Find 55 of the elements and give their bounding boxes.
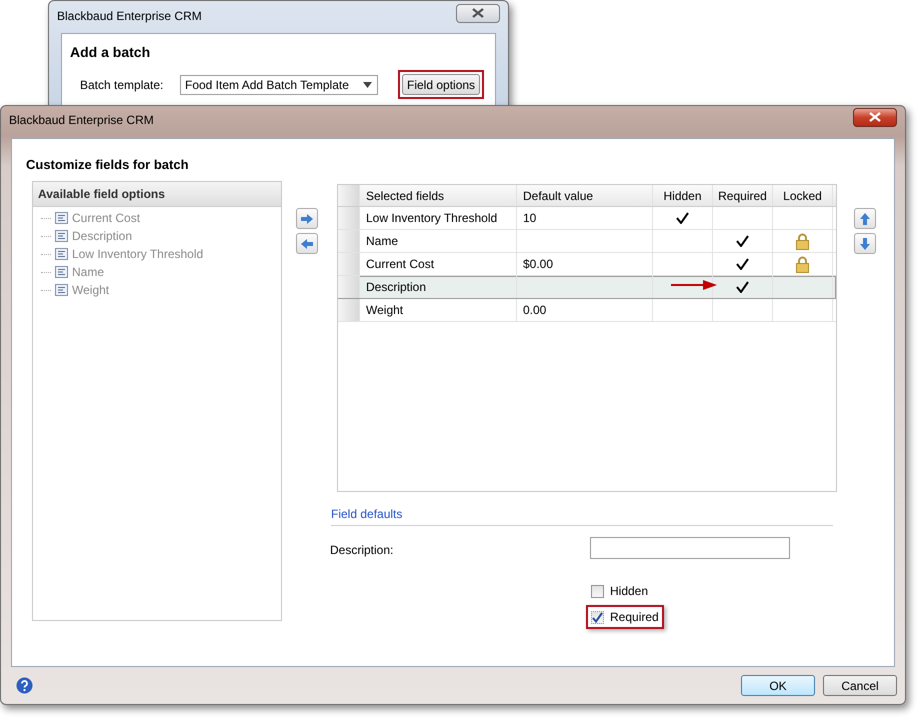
field-icon xyxy=(55,266,68,278)
table-cell: $0.00 xyxy=(523,257,554,271)
column-header[interactable]: Default value xyxy=(517,185,653,206)
move-down-button[interactable] xyxy=(854,233,876,254)
checkbox[interactable] xyxy=(591,610,604,624)
add-button[interactable] xyxy=(296,208,318,229)
column-header[interactable]: Selected fields xyxy=(360,185,517,206)
table-cell: Weight xyxy=(366,303,404,317)
dialog-heading: Add a batch xyxy=(70,44,152,60)
table-cell: Name xyxy=(366,234,398,248)
help-icon[interactable] xyxy=(16,677,33,694)
checkbox[interactable] xyxy=(591,584,604,598)
table-cell: Low Inventory Threshold xyxy=(366,211,498,225)
move-up-button[interactable] xyxy=(854,208,876,229)
dialog-heading: Customize fields for batch xyxy=(26,157,190,172)
grid-row[interactable]: Low Inventory Threshold 10 xyxy=(338,207,836,230)
grid-row[interactable]: Description xyxy=(338,276,836,299)
field-label: Description: xyxy=(330,543,394,557)
column-header[interactable]: Required xyxy=(713,185,773,206)
table-cell: Description xyxy=(366,280,426,294)
close-button[interactable] xyxy=(853,108,897,126)
close-icon xyxy=(472,8,484,18)
down-arrow-icon xyxy=(860,238,870,250)
cancel-button[interactable]: Cancel xyxy=(823,675,897,696)
table-cell: 10 xyxy=(523,211,536,225)
table-cell: 0.00 xyxy=(523,303,546,317)
template-dropdown[interactable]: Food Item Add Batch Template xyxy=(180,74,378,94)
window-title: Blackbaud Enterprise CRM xyxy=(9,113,154,127)
close-button[interactable] xyxy=(456,4,500,22)
caret-icon xyxy=(363,82,372,88)
field-label: Batch template: xyxy=(80,78,164,92)
arrow-annotation xyxy=(671,280,717,290)
ok-button[interactable]: OK xyxy=(741,675,815,696)
field-icon xyxy=(55,230,68,242)
section-title: Field defaults xyxy=(331,507,833,526)
description-field[interactable] xyxy=(590,537,790,559)
close-icon xyxy=(869,112,881,122)
window-title: Blackbaud Enterprise CRM xyxy=(57,9,202,23)
right-arrow-icon xyxy=(301,214,313,224)
column-header[interactable]: Locked xyxy=(773,185,833,206)
left-arrow-icon xyxy=(301,238,313,248)
grid-row[interactable]: Name xyxy=(338,230,836,253)
panel-header: Available field options xyxy=(33,182,281,207)
column-header[interactable]: Hidden xyxy=(653,185,713,206)
remove-button[interactable] xyxy=(296,233,318,254)
field-icon xyxy=(55,212,68,224)
field-icon xyxy=(55,284,68,296)
field-icon xyxy=(55,248,68,260)
up-arrow-icon xyxy=(860,212,870,224)
checkbox-label: Required xyxy=(610,610,659,624)
checkbox-label: Hidden xyxy=(610,584,648,598)
field-options-button[interactable]: Field options xyxy=(402,74,480,95)
corner-cell xyxy=(338,185,360,206)
table-cell: Current Cost xyxy=(366,257,434,271)
grid-row[interactable]: Weight 0.00 xyxy=(338,299,836,322)
